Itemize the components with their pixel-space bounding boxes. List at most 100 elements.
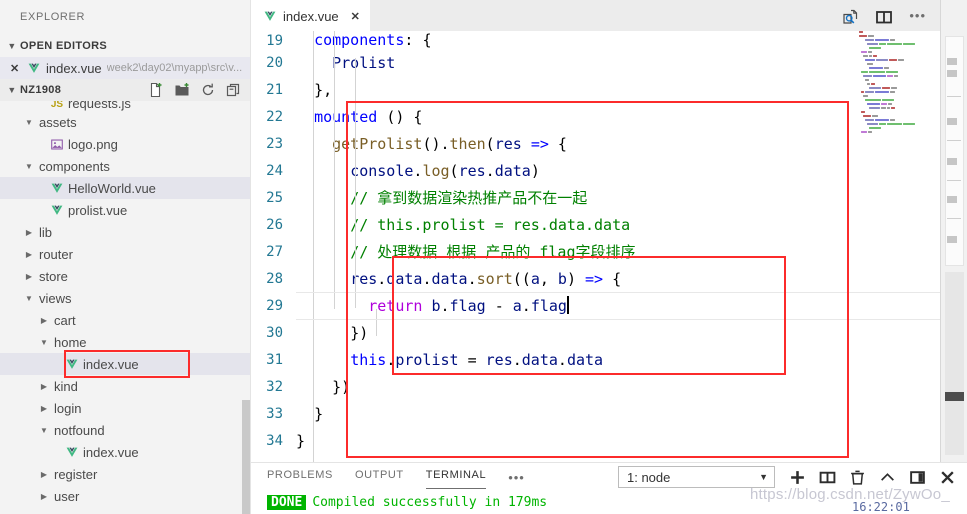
terminal-selector[interactable]: 1: node ▼	[618, 466, 775, 488]
minimap-token	[867, 123, 878, 125]
tree-item-assets[interactable]: ▼ assets	[0, 111, 250, 133]
code-text: console.log(res.data)	[350, 161, 540, 180]
tree-item-components[interactable]: ▼ components	[0, 155, 250, 177]
tree-item-index-vue[interactable]: index.vue	[0, 441, 250, 463]
new-terminal-icon[interactable]	[789, 469, 805, 485]
code-line[interactable]: 30 })	[251, 319, 940, 346]
refresh-icon[interactable]	[200, 82, 216, 98]
close-icon[interactable]: ✕	[351, 10, 360, 23]
minimap-token	[891, 107, 895, 109]
open-editor-name: index.vue	[46, 60, 102, 76]
tree-item-index-vue[interactable]: index.vue	[0, 353, 250, 375]
open-preview-icon[interactable]	[841, 8, 858, 24]
panel-tab-terminal[interactable]: TERMINAL	[425, 469, 487, 489]
panel-tab-problems[interactable]: PROBLEMS	[267, 469, 333, 486]
collapse-all-icon[interactable]	[226, 82, 242, 98]
tree-item-helloworld-vue[interactable]: HelloWorld.vue	[0, 177, 250, 199]
minimap-line	[859, 99, 915, 102]
image-file-icon	[50, 138, 64, 151]
tree-item-router[interactable]: ▶ router	[0, 243, 250, 265]
minimap-line	[859, 91, 915, 94]
split-terminal-icon[interactable]	[819, 469, 836, 485]
background-scrollbar-thumb[interactable]	[945, 392, 964, 401]
code-line[interactable]: 33 }	[251, 400, 940, 427]
tree-item-cart[interactable]: ▶ cart	[0, 309, 250, 331]
tree-item-label: kind	[54, 378, 78, 394]
tree-item-kind[interactable]: ▶ kind	[0, 375, 250, 397]
minimap-token	[890, 119, 895, 121]
editor-scrollbar[interactable]	[916, 31, 926, 471]
chevron-down-icon: ▼	[25, 117, 33, 127]
tree-item-lib[interactable]: ▶ lib	[0, 221, 250, 243]
tree-item-prolist-vue[interactable]: prolist.vue	[0, 199, 250, 221]
terminal-selector-value: 1: node	[627, 469, 671, 485]
chevron-right-icon: ▶	[25, 271, 33, 281]
minimap-line	[859, 63, 915, 66]
tree-item-requests-js[interactable]: JS requests.js	[0, 101, 250, 111]
background-scrollbar-track[interactable]	[945, 401, 964, 455]
line-number: 32	[266, 378, 283, 395]
panel-tab-output[interactable]: OUTPUT	[355, 469, 404, 486]
minimap-token	[903, 123, 915, 125]
minimap-token	[865, 39, 874, 41]
line-number: 26	[266, 216, 283, 233]
minimap-token	[886, 123, 903, 125]
tree-item-logo-png[interactable]: logo.png	[0, 133, 250, 155]
tab-index-vue[interactable]: index.vue ✕	[251, 0, 370, 31]
minimap-token	[881, 107, 886, 109]
code-line[interactable]: 19 components: {	[251, 31, 940, 49]
tree-item-login[interactable]: ▶ login	[0, 397, 250, 419]
background-window[interactable]	[940, 0, 967, 514]
code-line[interactable]: 31 this.prolist = res.data.data	[251, 346, 940, 373]
background-scrollbar-track[interactable]	[945, 272, 964, 392]
section-header-project[interactable]: ▼ NZ1908	[0, 79, 250, 101]
section-header-open-editors[interactable]: ▼ OPEN EDITORS	[0, 35, 250, 57]
minimap-token	[873, 75, 886, 77]
background-blob	[947, 158, 957, 165]
background-divider	[947, 96, 961, 97]
tree-item-label: user	[54, 488, 80, 504]
minimap-token	[887, 75, 893, 77]
current-line-border	[296, 292, 940, 293]
sidebar-scrollbar[interactable]	[242, 400, 250, 514]
more-actions-icon[interactable]: •••	[909, 8, 926, 23]
open-editors-label: OPEN EDITORS	[20, 40, 108, 52]
code-text: // 处理数据 根据 产品的 flag字段排序	[350, 243, 636, 261]
close-panel-icon[interactable]	[939, 469, 955, 485]
kill-terminal-icon[interactable]	[849, 469, 865, 485]
tree-item-home[interactable]: ▼ home	[0, 331, 250, 353]
tree-item-views[interactable]: ▼ views	[0, 287, 250, 309]
open-editor-item-index-vue[interactable]: ✕ index.vue week2\day02\myapp\src\v...	[0, 57, 250, 79]
minimap-line	[859, 87, 915, 90]
maximize-panel-icon[interactable]	[909, 469, 925, 485]
minimap-line	[859, 103, 915, 106]
code-line[interactable]: 32 })	[251, 373, 940, 400]
line-number: 20	[266, 54, 283, 71]
tree-item-user[interactable]: ▶ user	[0, 485, 250, 507]
tree-item-label: requests.js	[68, 101, 131, 111]
chevron-up-icon[interactable]	[879, 469, 895, 485]
new-file-icon[interactable]	[148, 82, 164, 98]
chevron-right-icon: ▶	[40, 491, 48, 501]
code-editor[interactable]: 19 components: {20 Prolist 21 }, 22 mounte…	[251, 31, 940, 471]
code-line[interactable]: 34}	[251, 427, 940, 454]
minimap-token	[882, 99, 894, 101]
tree-item-register[interactable]: ▶ register	[0, 463, 250, 485]
minimap-token	[872, 115, 878, 117]
close-icon[interactable]: ✕	[10, 62, 22, 75]
panel-more-icon[interactable]: •••	[508, 470, 525, 485]
tree-item-notfound[interactable]: ▼ notfound	[0, 419, 250, 441]
minimap-line	[859, 107, 915, 110]
split-editor-icon[interactable]	[875, 8, 893, 24]
line-number: 31	[266, 351, 283, 368]
tree-item-store[interactable]: ▶ store	[0, 265, 250, 287]
indent-guide	[376, 309, 377, 336]
new-folder-icon[interactable]	[174, 82, 190, 98]
background-divider	[947, 140, 961, 141]
minimap-line	[859, 79, 915, 82]
watermark: https://blog.csdn.net/ZywOo_	[750, 486, 950, 503]
minimap-token	[878, 43, 886, 45]
tab-label: index.vue	[283, 8, 339, 24]
editor-actions: •••	[841, 0, 940, 31]
minimap[interactable]	[859, 31, 915, 471]
